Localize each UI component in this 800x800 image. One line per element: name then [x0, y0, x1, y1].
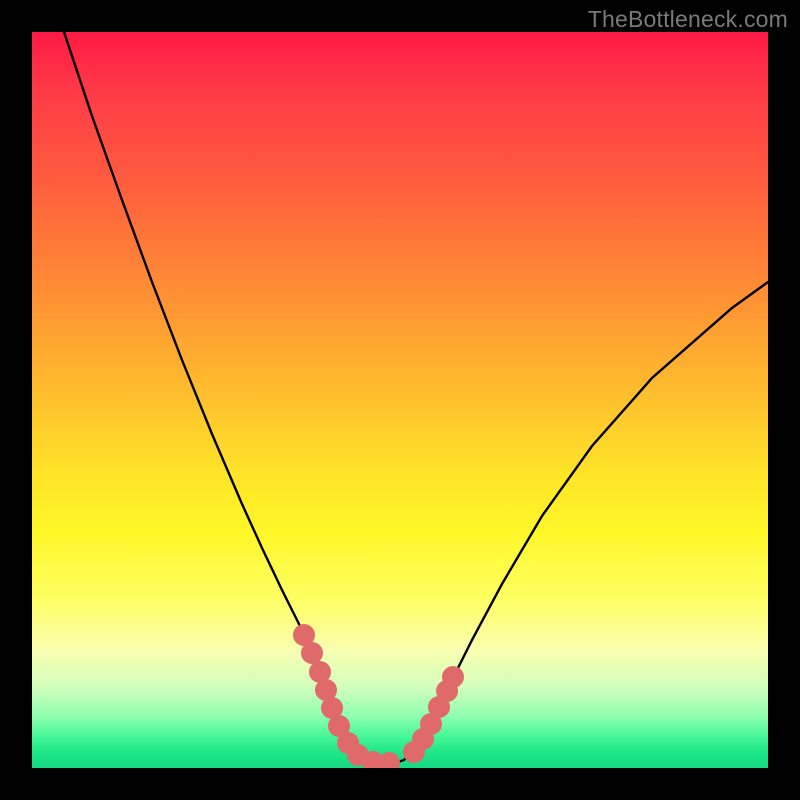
- watermark-text: TheBottleneck.com: [588, 6, 788, 33]
- chart-frame: TheBottleneck.com: [0, 0, 800, 800]
- chart-svg: [32, 32, 768, 768]
- curve-line: [64, 32, 768, 764]
- highlight-dot: [301, 642, 323, 664]
- highlight-dot: [442, 666, 464, 688]
- highlight-dot: [378, 752, 400, 768]
- plot-area: [32, 32, 768, 768]
- marker-group: [293, 624, 464, 768]
